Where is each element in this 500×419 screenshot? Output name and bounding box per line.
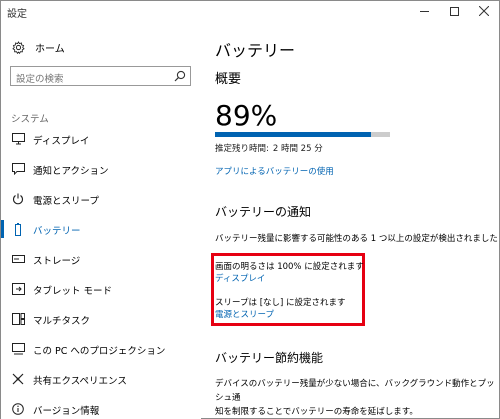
sidebar-item-notifications[interactable]: 通知とアクション xyxy=(1,156,201,182)
sidebar-item-label: ストレージ xyxy=(33,256,81,267)
battery-saver-description-line1: デバイスのバッテリー残量が少ない場合に、バックグラウンド動作とプッシュ通 xyxy=(215,379,495,403)
sidebar-item-label: タブレット モード xyxy=(33,286,113,297)
search-icon xyxy=(174,70,186,82)
shared-experience-icon xyxy=(11,372,25,386)
sidebar-item-display[interactable]: ディスプレイ xyxy=(1,126,201,152)
close-button[interactable] xyxy=(469,1,499,21)
sidebar-home[interactable]: ホーム xyxy=(11,39,65,55)
section-label: システム xyxy=(11,114,49,125)
remaining-label: 推定残り時間: xyxy=(215,144,269,154)
gear-icon xyxy=(11,40,25,54)
brightness-notice: 画面の明るさは 100% に設定されます xyxy=(215,262,364,272)
battery-saver-description-line2: 知を制限することでバッテリーの寿命を延ばします。 xyxy=(215,407,418,417)
close-icon xyxy=(479,6,489,16)
window-title: 設定 xyxy=(7,9,27,20)
sidebar-item-label: バージョン情報 xyxy=(33,406,100,417)
power-sleep-link[interactable]: 電源とスリープ xyxy=(215,308,274,320)
overview-heading: 概要 xyxy=(215,72,242,87)
home-label: ホーム xyxy=(35,43,65,55)
sidebar-item-power-sleep[interactable]: 電源とスリープ xyxy=(1,186,201,212)
minimize-icon xyxy=(419,10,429,12)
notifications-found-text: バッテリー残量に影響する可能性のある 1 つ以上の設定が検出されました xyxy=(215,234,498,244)
sidebar-item-label: 電源とスリープ xyxy=(33,196,99,207)
active-indicator xyxy=(1,220,4,238)
search-input[interactable]: 設定の検索 xyxy=(10,66,191,86)
sidebar-item-label: ディスプレイ xyxy=(33,136,90,147)
title-bar: 設定 xyxy=(1,1,499,21)
notifications-heading: バッテリーの通知 xyxy=(215,205,312,219)
sidebar-item-battery[interactable]: バッテリー xyxy=(1,216,201,242)
sidebar-item-label: この PC へのプロジェクション xyxy=(33,346,166,357)
remaining-time: 推定残り時間: 2 時間 25 分 xyxy=(215,142,323,154)
remaining-value: 2 時間 25 分 xyxy=(272,144,323,154)
message-icon xyxy=(11,162,25,176)
battery-level-bar xyxy=(215,132,390,137)
battery-saver-description: デバイスのバッテリー残量が少ない場合に、バックグラウンド動作とプッシュ通 知を制… xyxy=(215,377,499,419)
sidebar-item-label: マルチタスク xyxy=(33,316,91,327)
battery-percent: 89% xyxy=(215,99,278,132)
search-placeholder: 設定の検索 xyxy=(16,74,64,85)
maximize-icon xyxy=(449,6,459,16)
projection-icon xyxy=(11,342,25,356)
sidebar-item-tablet-mode[interactable]: タブレット モード xyxy=(1,276,201,302)
storage-icon xyxy=(11,252,25,266)
tablet-mode-icon xyxy=(11,282,25,296)
sleep-notice: スリープは [なし] に設定されます xyxy=(215,298,346,308)
settings-window: 設定 ホーム 設定の検索 システム ディスプレイ 通知とアクション 電源とスリー… xyxy=(0,0,500,419)
battery-saver-heading: バッテリー節約機能 xyxy=(215,351,324,365)
battery-level-fill xyxy=(215,132,371,137)
main-content: バッテリー 概要 89% 推定残り時間: 2 時間 25 分 アプリによるバッテリ… xyxy=(211,21,499,419)
battery-icon xyxy=(11,222,25,236)
minimize-button[interactable] xyxy=(409,1,439,21)
sidebar-item-storage[interactable]: ストレージ xyxy=(1,246,201,272)
sidebar-item-label: バッテリー xyxy=(33,226,81,237)
sidebar-item-about[interactable]: バージョン情報 xyxy=(1,396,201,419)
multitask-icon xyxy=(11,312,25,326)
sidebar-item-label: 共有エクスペリエンス xyxy=(33,376,127,387)
app-battery-usage-link[interactable]: アプリによるバッテリーの使用 xyxy=(215,165,334,177)
sidebar-item-label: 通知とアクション xyxy=(33,166,109,177)
display-icon xyxy=(11,132,25,146)
sidebar: ホーム 設定の検索 システム ディスプレイ 通知とアクション 電源とスリープ バ… xyxy=(1,21,201,419)
maximize-button[interactable] xyxy=(439,1,469,21)
power-icon xyxy=(11,192,25,206)
page-title: バッテリー xyxy=(215,41,296,60)
sidebar-item-projection[interactable]: この PC へのプロジェクション xyxy=(1,336,201,362)
info-icon xyxy=(11,402,25,416)
sidebar-item-multitask[interactable]: マルチタスク xyxy=(1,306,201,332)
sidebar-item-shared-experiences[interactable]: 共有エクスペリエンス xyxy=(1,366,201,392)
display-link[interactable]: ディスプレイ xyxy=(215,272,265,284)
